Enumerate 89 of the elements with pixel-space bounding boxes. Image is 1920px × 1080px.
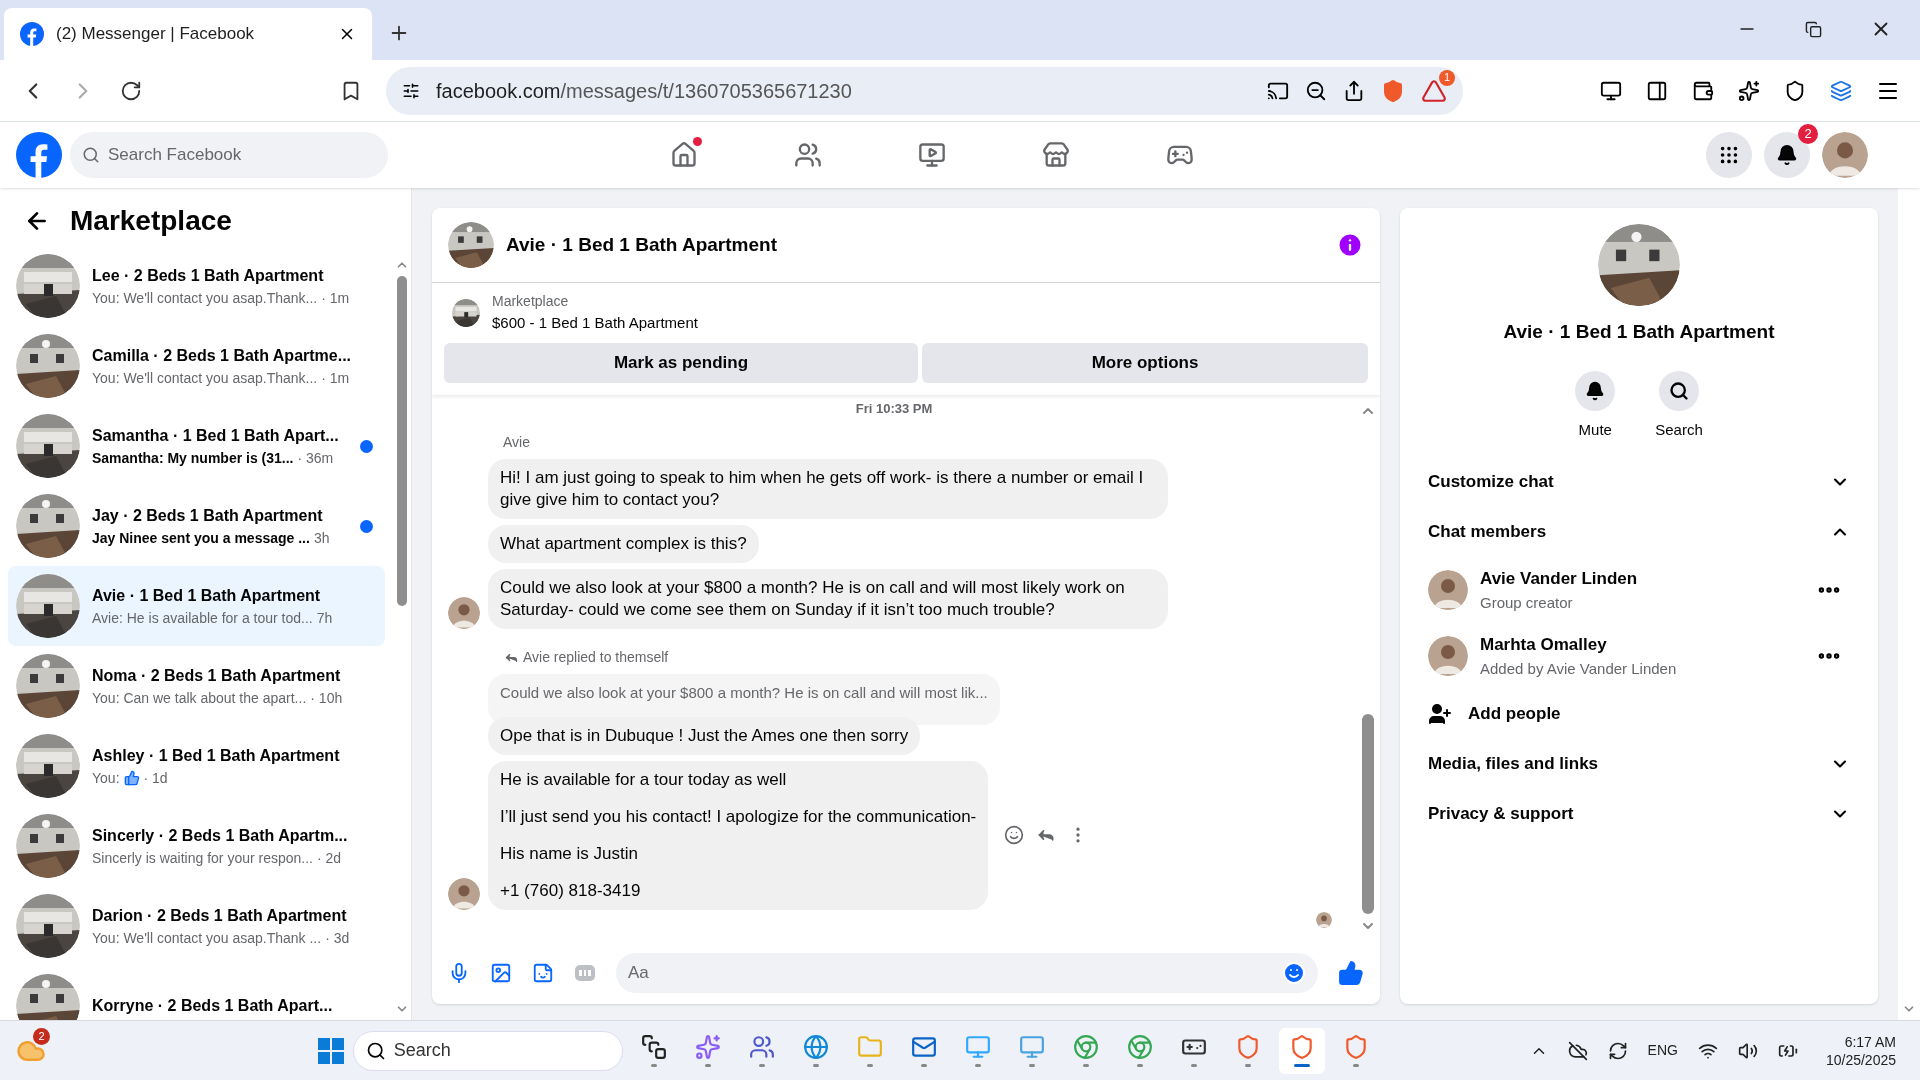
section-header[interactable]: Privacy & support xyxy=(1416,789,1862,839)
tab-title: (2) Messenger | Facebook xyxy=(56,23,256,46)
message-preview: You: Can we talk about the apart... xyxy=(92,688,307,708)
action-label: Search xyxy=(1655,419,1703,440)
message-preview: You: We'll contact you asap.Thank... xyxy=(92,288,318,308)
chat-details-title: Avie · 1 Bed 1 Bath Apartment xyxy=(1503,320,1775,344)
message-text: I’ll just send you his contact! I apologize for the communication- xyxy=(500,805,977,828)
taskbar-search[interactable]: Search xyxy=(352,1030,623,1071)
member-row[interactable]: Avie Vander Linden Group creator xyxy=(1416,557,1862,623)
section-title: Media, files and links xyxy=(1428,753,1599,776)
conversation-item[interactable]: Lee · 2 Beds 1 Bath Apartment You: We'll contact you asap.Thank... · 1m xyxy=(8,246,385,326)
conversation-item[interactable]: Jay · 2 Beds 1 Bath Apartment Jay Ninee sent you a message ... 3h xyxy=(8,486,385,566)
section-header[interactable]: Media, files and links xyxy=(1416,739,1862,789)
message-time: 3h xyxy=(313,528,330,548)
message-text: Hi! I am just going to speak to him when he gets off work- is there a number or email I give give him to contact you? xyxy=(500,467,1145,511)
message-time: · 36m xyxy=(297,448,334,468)
conversation-title: Jay · 2 Beds 1 Bath Apartment xyxy=(92,505,324,526)
section-header[interactable]: Chat members xyxy=(1416,507,1862,557)
add-people-label: Add people xyxy=(1468,703,1561,726)
section-header[interactable]: Customize chat xyxy=(1416,457,1862,507)
message-text: He is available for a tour today as well xyxy=(500,768,788,791)
more-options-button[interactable]: More options xyxy=(922,342,1368,383)
message-time: · 3d xyxy=(325,928,350,948)
listing-label: Marketplace xyxy=(492,292,570,311)
message-text: Could we also look at your $800 a month? He is on call and will most likely work on Saturday- could we come see them on Sunday if it isn’t too much trouble? xyxy=(500,577,1126,621)
clock[interactable]: 6:17 AM 10/25/2025 xyxy=(1825,1032,1896,1069)
section-title: Chat members xyxy=(1428,521,1547,544)
message-time: · 1m xyxy=(321,368,350,388)
language-indicator[interactable]: ENG xyxy=(1647,1040,1678,1061)
conversation-title: Avie · 1 Bed 1 Bath Apartment xyxy=(92,585,322,606)
message-input[interactable]: Aa xyxy=(616,953,1318,993)
address-bar[interactable]: facebook.com/messages/t/1360705365671230 1 xyxy=(386,66,1463,115)
section-title: Privacy & support xyxy=(1428,803,1574,826)
message-time: 7h xyxy=(316,608,333,628)
browser-tab[interactable]: (2) Messenger | Facebook xyxy=(4,8,372,60)
member-name: Marhta Omalley xyxy=(1480,634,1608,656)
section-title: Customize chat xyxy=(1428,471,1554,494)
message-time: · 1d xyxy=(143,768,168,788)
weather-badge: 2 xyxy=(33,1027,50,1045)
extension-badge: 1 xyxy=(1439,69,1455,86)
quoted-message: Could we also look at your $800 a month? He is on call and will most lik... xyxy=(488,674,1000,725)
add-people-item[interactable]: Add people xyxy=(1416,689,1862,739)
message-preview: Samantha: My number is (31... xyxy=(92,448,294,468)
member-role: Group creator xyxy=(1480,592,1574,613)
message-text: Ope that is in Dubuque ! Just the Ames one then sorry xyxy=(500,724,909,747)
listing-title: $600 - 1 Bed 1 Bath Apartment xyxy=(492,313,698,333)
message-preview: Sincerly is waiting for your respon... xyxy=(92,848,313,868)
conversation-item[interactable]: Sincerly · 2 Beds 1 Bath Apartm... Sincerly is waiting for your respon... · 2d xyxy=(8,806,385,886)
message-text: His name is Justin xyxy=(500,842,639,865)
message-text: What apartment complex is this? xyxy=(500,533,747,555)
conversation-item[interactable]: Samantha · 1 Bed 1 Bath Apart... Samantha: My number is (31... · 36m xyxy=(8,406,385,486)
message-preview: You: We'll contact you asap.Thank... xyxy=(92,368,318,388)
conversation-title: Korryne · 2 Beds 1 Bath Apart... xyxy=(92,996,334,1016)
message-time: · 2d xyxy=(317,848,342,868)
message-preview: You: We'll contact you asap.Thank ... xyxy=(92,928,322,948)
mark-pending-button[interactable]: Mark as pending xyxy=(444,342,918,383)
sidebar-title: Marketplace xyxy=(70,204,232,238)
input-placeholder: Aa xyxy=(628,962,650,985)
notification-badge: 2 xyxy=(1798,124,1818,144)
member-name: Avie Vander Linden xyxy=(1480,568,1639,590)
message-preview: You: xyxy=(92,768,120,788)
reply-label: Avie replied to themself xyxy=(523,648,669,667)
sender-name: Avie xyxy=(503,433,531,452)
conversation-item[interactable]: Camilla · 2 Beds 1 Bath Apartme... You: We'll contact you asap.Thank... · 1m xyxy=(8,326,385,406)
action-label: Mute xyxy=(1578,419,1612,440)
member-role: Added by Avie Vander Linden xyxy=(1480,658,1678,679)
conversation-item[interactable]: Avie · 1 Bed 1 Bath Apartment Avie: He is available for a tour tod... 7h xyxy=(8,566,385,646)
message-text: +1 (760) 818-3419 xyxy=(500,879,642,902)
member-row[interactable]: Marhta Omalley Added by Avie Vander Linden xyxy=(1416,623,1862,689)
taskbar-search-label: Search xyxy=(393,1039,451,1062)
message-preview: Jay Ninee sent you a message ... xyxy=(92,528,310,548)
conversation-item[interactable]: Noma · 2 Beds 1 Bath Apartment You: Can we talk about the apart... · 10h xyxy=(8,646,385,726)
conversation-item[interactable]: Darion · 2 Beds 1 Bath Apartment You: We'll contact you asap.Thank ... · 3d xyxy=(8,886,385,966)
url-text: facebook.com/messages/t/1360705365671230 xyxy=(436,78,852,104)
conversation-title: Ashley · 1 Bed 1 Bath Apartment xyxy=(92,745,341,766)
message-preview: Avie: He is available for a tour tod... xyxy=(92,608,313,628)
conversation-item[interactable]: Ashley · 1 Bed 1 Bath Apartment You: · 1d xyxy=(8,726,385,806)
conversation-title: Darion · 2 Beds 1 Bath Apartment xyxy=(92,905,348,926)
message-time: · 10h xyxy=(310,688,343,708)
conversation-title: Sincerly · 2 Beds 1 Bath Apartm... xyxy=(92,825,349,846)
chat-title: Avie · 1 Bed 1 Bath Apartment xyxy=(506,232,778,257)
search-placeholder: Search Facebook xyxy=(108,144,242,167)
message-time: · 1m xyxy=(321,288,350,308)
timestamp: Fri 10:33 PM xyxy=(854,399,934,418)
search-field[interactable]: Search Facebook xyxy=(70,132,388,178)
conversation-title: Samantha · 1 Bed 1 Bath Apart... xyxy=(92,425,340,446)
conversation-title: Noma · 2 Beds 1 Bath Apartment xyxy=(92,665,342,686)
conversation-title: Lee · 2 Beds 1 Bath Apartment xyxy=(92,265,325,286)
conversation-title: Camilla · 2 Beds 1 Bath Apartme... xyxy=(92,345,353,366)
